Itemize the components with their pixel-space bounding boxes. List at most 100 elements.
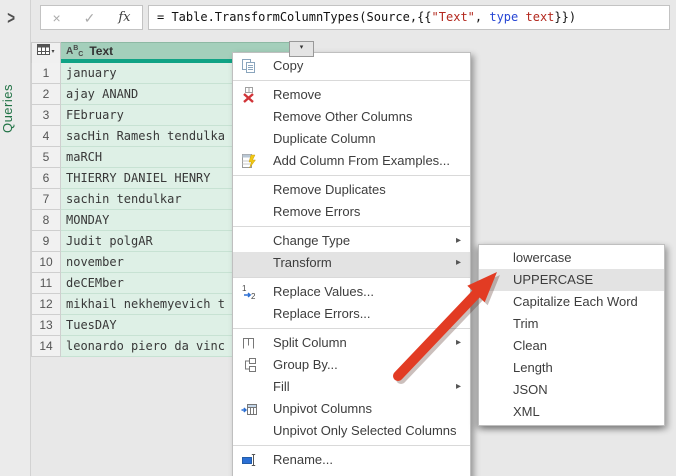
menu-item-label: Remove Duplicates: [273, 182, 386, 197]
menu-item-label: Rename...: [273, 452, 333, 467]
menu-item-icon: [241, 379, 258, 395]
formula-toolbar: × ✓ fx: [40, 5, 143, 30]
menu-item-remove-duplicates[interactable]: Remove Duplicates: [233, 179, 470, 201]
expand-pane-chevron-icon[interactable]: >: [7, 6, 15, 28]
menu-item-icon: [241, 131, 258, 147]
menu-item-replace-values[interactable]: 12 Replace Values...: [233, 281, 470, 303]
menu-item-icon: [241, 306, 258, 322]
menu-item-icon: [241, 109, 258, 125]
menu-item-icon: [487, 250, 504, 266]
menu-item-label: Split Column: [273, 335, 347, 350]
row-number[interactable]: 6: [31, 168, 61, 189]
menu-item-icon: [487, 272, 504, 288]
menu-item-icon: [487, 360, 504, 376]
menu-item-transform[interactable]: Transform ▸: [233, 252, 470, 278]
submenu-item-clean[interactable]: Clean: [479, 335, 664, 357]
menu-item-label: Group By...: [273, 357, 338, 372]
menu-item-icon: [487, 404, 504, 420]
menu-item-label: Unpivot Only Selected Columns: [273, 423, 457, 438]
submenu-item-capitalize-each-word[interactable]: Capitalize Each Word: [479, 291, 664, 313]
split-column-icon: [241, 335, 258, 351]
menu-item-move[interactable]: Move ▸: [233, 471, 470, 476]
confirm-check-icon[interactable]: ✓: [84, 11, 96, 25]
row-number[interactable]: 8: [31, 210, 61, 231]
menu-item-icon: [487, 316, 504, 332]
menu-item-remove[interactable]: Remove: [233, 84, 470, 106]
menu-item-label: Change Type: [273, 233, 351, 248]
menu-item-unpivot-columns[interactable]: Unpivot Columns: [233, 398, 470, 420]
submenu-item-json[interactable]: JSON: [479, 379, 664, 401]
menu-item-rename[interactable]: Rename...: [233, 449, 470, 471]
menu-item-label: Remove Other Columns: [273, 109, 413, 124]
menu-item-label: Capitalize Each Word: [513, 294, 638, 309]
fx-icon[interactable]: fx: [118, 11, 130, 24]
column-filter-button[interactable]: ▾: [289, 41, 314, 57]
formula-separator: ,: [474, 10, 490, 24]
menu-item-label: Length: [513, 360, 553, 375]
formula-string-literal: "Text": [431, 10, 475, 24]
row-number[interactable]: 11: [31, 273, 61, 294]
formula-type-name: text: [518, 10, 555, 24]
menu-item-fill[interactable]: Fill ▸: [233, 376, 470, 398]
menu-item-replace-errors[interactable]: Replace Errors...: [233, 303, 470, 329]
row-number[interactable]: 9: [31, 231, 61, 252]
menu-item-label: Replace Values...: [273, 284, 374, 299]
table-menu-button[interactable]: ▾: [31, 42, 61, 59]
replace-values-icon: 12: [241, 284, 258, 300]
submenu-item-length[interactable]: Length: [479, 357, 664, 379]
row-number[interactable]: 5: [31, 147, 61, 168]
cancel-icon[interactable]: ×: [52, 11, 60, 25]
unpivot-columns-icon: [241, 401, 258, 417]
row-number[interactable]: 14: [31, 336, 61, 357]
submenu-arrow-icon: ▸: [455, 257, 461, 268]
row-number[interactable]: 2: [31, 84, 61, 105]
row-number[interactable]: 4: [31, 126, 61, 147]
row-number[interactable]: 3: [31, 105, 61, 126]
queries-pane-title: Queries: [0, 84, 15, 134]
menu-item-label: Transform: [273, 255, 332, 270]
transform-submenu: lowercase UPPERCASE Capitalize Each Word…: [478, 244, 665, 426]
menu-item-add-column-from-examples[interactable]: Add Column From Examples...: [233, 150, 470, 176]
menu-item-group-by[interactable]: Group By...: [233, 354, 470, 376]
menu-item-split-column[interactable]: Split Column ▸: [233, 332, 470, 354]
menu-item-label: Fill: [273, 379, 290, 394]
submenu-arrow-icon: ▸: [456, 471, 461, 476]
menu-item-duplicate-column[interactable]: Duplicate Column: [233, 128, 470, 150]
submenu-item-trim[interactable]: Trim: [479, 313, 664, 335]
menu-item-change-type[interactable]: Change Type ▸: [233, 230, 470, 252]
row-number[interactable]: 12: [31, 294, 61, 315]
row-number[interactable]: 10: [31, 252, 61, 273]
menu-item-unpivot-only-selected-columns[interactable]: Unpivot Only Selected Columns: [233, 420, 470, 446]
queries-pane-collapsed[interactable]: Queries: [0, 0, 31, 476]
submenu-item-xml[interactable]: XML: [479, 401, 664, 423]
row-number[interactable]: 1: [31, 63, 61, 84]
menu-item-remove-errors[interactable]: Remove Errors: [233, 201, 470, 227]
row-number[interactable]: 7: [31, 189, 61, 210]
row-number[interactable]: 13: [31, 315, 61, 336]
menu-item-copy[interactable]: Copy: [233, 55, 470, 81]
copy-icon: [241, 58, 258, 74]
submenu-item-lowercase[interactable]: lowercase: [479, 247, 664, 269]
menu-item-label: Remove: [273, 87, 322, 102]
submenu-arrow-icon: ▸: [455, 235, 461, 246]
menu-item-remove-other-columns[interactable]: Remove Other Columns: [233, 106, 470, 128]
menu-item-icon: [487, 294, 504, 310]
menu-item-icon: [241, 423, 258, 439]
menu-item-label: Add Column From Examples...: [273, 153, 451, 168]
remove-column-icon: [241, 87, 258, 103]
column-name: Text: [89, 44, 114, 58]
column-context-menu: Copy Remove Remove Other Columns Duplica…: [232, 52, 471, 476]
menu-item-icon: [241, 204, 258, 220]
menu-item-icon: [241, 182, 258, 198]
table-grid-icon: [37, 42, 51, 60]
group-by-icon: [241, 357, 258, 373]
menu-item-label: Remove Errors: [273, 204, 361, 219]
menu-item-icon: [241, 255, 258, 271]
menu-item-label: lowercase: [513, 250, 572, 265]
submenu-item-uppercase[interactable]: UPPERCASE: [479, 269, 664, 291]
submenu-arrow-icon: ▸: [455, 337, 461, 348]
formula-input[interactable]: = Table.TransformColumnTypes(Source,{{"T…: [148, 5, 670, 30]
formula-keyword: type: [489, 10, 519, 24]
menu-item-label: XML: [513, 404, 540, 419]
menu-item-icon: [487, 382, 504, 398]
